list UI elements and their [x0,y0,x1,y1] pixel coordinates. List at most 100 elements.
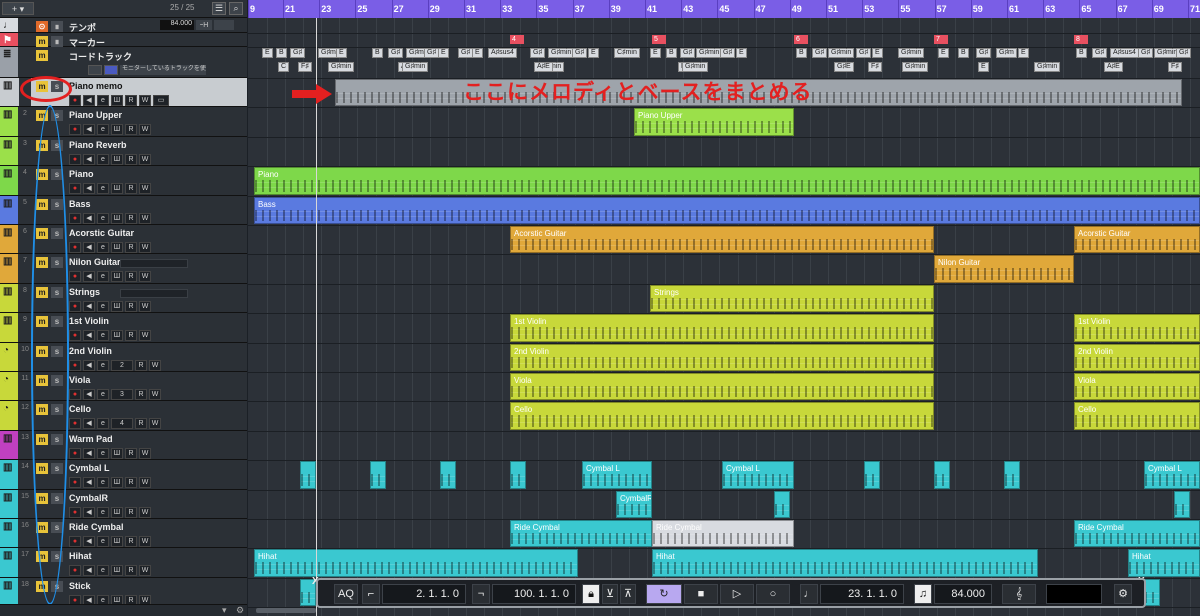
tempo-lock-icon[interactable]: ∎ [51,21,63,32]
punch-in-icon[interactable]: ⊻ [602,584,618,604]
add-track-button[interactable]: + ▾ [2,2,34,15]
instrument-edit-button[interactable]: Ш [111,242,123,253]
monitor-button[interactable]: ◀ [83,389,95,400]
record-enable-button[interactable]: ● [69,330,81,342]
midi-part[interactable] [370,461,386,489]
midi-channel[interactable]: 3 [111,389,133,400]
chord-event[interactable]: E [472,48,483,58]
read-button[interactable]: R [135,389,147,400]
record-enable-button[interactable]: ● [69,565,81,577]
instrument-edit-button[interactable]: Ш [111,477,123,489]
chord-event[interactable]: G♯min [402,62,429,72]
midi-part[interactable]: Viola [1074,373,1200,401]
chord-event[interactable]: G♯ [424,48,439,58]
chord-monitor-option[interactable]: モニターしているトラックを使用 [120,65,206,75]
chord-event[interactable]: G♯min [548,48,575,58]
chord-event[interactable]: B [958,48,969,58]
record-enable-button[interactable]: ● [69,300,81,312]
monitor-button[interactable]: ◀ [83,447,95,459]
track-header[interactable]: ▥ 18 m s Stick ● ◀ e Ш R W [0,577,247,608]
monitor-button[interactable]: ◀ [83,506,95,518]
edit-button[interactable]: e [97,359,109,371]
monitor-button[interactable]: ◀ [83,183,95,195]
write-button[interactable]: W [139,212,151,224]
keyboard-icon[interactable]: ▭ [153,95,169,106]
search-icon[interactable]: ⌕ [229,2,243,15]
track-dropdown[interactable] [120,259,188,269]
instrument-edit-button[interactable]: Ш [111,271,123,283]
track-header[interactable]: ▥ 2 m s Piano Upper ● ◀ e Ш R W [0,107,247,137]
midi-part[interactable] [510,461,526,489]
right-locator-icon[interactable]: ¬ [472,584,490,604]
monitor-button[interactable]: ◀ [83,242,95,253]
write-button[interactable]: W [139,271,151,283]
chord-event[interactable]: B [666,48,677,58]
chord-event[interactable]: B [276,48,287,58]
read-button[interactable]: R [125,242,137,253]
edit-button[interactable]: e [97,153,109,165]
read-button[interactable]: R [125,506,137,518]
play-button[interactable]: ▷ [720,584,754,604]
chord-edit-button[interactable] [88,65,102,75]
midi-part[interactable]: Ride Cymbal [510,520,652,548]
chord-event[interactable]: B [372,48,383,58]
read-button[interactable]: R [125,271,137,283]
monitor-button[interactable]: ◀ [83,95,95,106]
edit-button[interactable]: e [97,300,109,312]
left-locator-value[interactable]: 2. 1. 1. 0 [382,584,466,604]
list-view-icon[interactable]: ☰ [212,2,226,15]
chord-event[interactable]: E [650,48,661,58]
marker-mute-button[interactable]: m [36,36,48,47]
midi-channel[interactable]: 2 [111,359,133,371]
edit-button[interactable]: e [97,565,109,577]
chord-mute-button[interactable]: m [36,50,48,61]
read-button[interactable]: R [125,300,137,312]
tempo-settings-button[interactable] [214,20,234,30]
midi-part[interactable]: Viola [510,373,934,401]
chord-event[interactable]: E [938,48,949,58]
midi-part[interactable]: 1st Violin [1074,314,1200,342]
chord-event[interactable]: B [796,48,807,58]
track-header[interactable]: ▥ 17 m s Hihat ● ◀ e Ш R W [0,548,247,578]
midi-part[interactable]: Cymbal L [722,461,794,489]
midi-part[interactable]: Ride Cymbal [1074,520,1200,548]
midi-part[interactable]: 2nd Violin [1074,343,1200,371]
midi-part[interactable]: Nilon Guitar [934,255,1074,283]
edit-button[interactable]: e [97,447,109,459]
tempo-value-display[interactable]: 84.000 [934,584,992,604]
chord-event[interactable]: G♯min [328,62,355,72]
arrangement-area[interactable]: 4 5 6 7 8 E B G♯ G♯m E B G♯ G♯m G♯ E G♯ E A♯sus4 G♯ G♯min G♯… [248,18,1200,616]
write-button[interactable]: W [139,477,151,489]
write-button[interactable]: W [139,447,151,459]
chord-event[interactable]: G♯min [902,62,929,72]
marker-flag[interactable]: 4 [510,35,524,44]
marker-track[interactable]: ⚑ m ∎ マーカー [0,33,247,48]
chord-event[interactable]: E [978,62,989,72]
midi-part[interactable]: Cello [510,402,934,430]
midi-channel[interactable]: 4 [111,418,133,430]
edit-button[interactable]: e [97,212,109,224]
lock-icon[interactable]: 🔒︎ [582,584,600,604]
edit-button[interactable]: e [97,271,109,283]
record-enable-button[interactable]: ● [69,477,81,489]
marker-lock-icon[interactable]: ∎ [51,36,63,47]
tempo-track[interactable]: ♩ ⊙ ∎ テンポ 84.000 ｰH [0,18,247,33]
chord-event[interactable]: G♯min [696,48,723,58]
read-button[interactable]: R [135,359,147,371]
edit-button[interactable]: e [97,242,109,253]
record-enable-button[interactable]: ● [69,271,81,283]
project-cursor[interactable] [316,18,317,616]
read-button[interactable]: R [125,447,137,459]
marker-flag[interactable]: 5 [652,35,666,44]
marker-flag[interactable]: 6 [794,35,808,44]
instrument-edit-button[interactable]: Ш [111,447,123,459]
edit-button[interactable]: e [97,95,109,106]
footer-gear-icon[interactable]: ⚙ [236,605,244,616]
monitor-button[interactable]: ◀ [83,536,95,547]
record-enable-button[interactable]: ● [69,183,81,195]
midi-part[interactable]: Ride Cymbal [652,520,794,548]
chord-event[interactable]: G♯min [898,48,925,58]
record-button[interactable]: ○ [756,584,790,604]
midi-part[interactable] [1144,578,1160,607]
chord-event[interactable]: F♯ [1168,62,1182,72]
